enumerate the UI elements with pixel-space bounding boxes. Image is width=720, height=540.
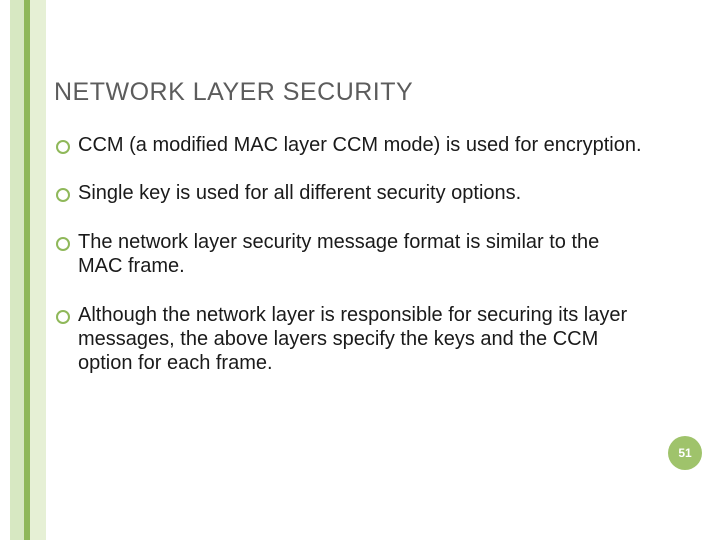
page-number: 51 <box>678 446 691 460</box>
slide: NETWORK LAYER SECURITY CCM (a modified M… <box>0 0 720 540</box>
accent-stripe-outer <box>10 0 24 540</box>
list-item: Although the network layer is responsibl… <box>54 303 644 376</box>
list-item: CCM (a modified MAC layer CCM mode) is u… <box>54 133 644 157</box>
content-area: NETWORK LAYER SECURITY CCM (a modified M… <box>46 0 654 540</box>
page-number-badge: 51 <box>668 436 702 470</box>
list-item: Single key is used for all different sec… <box>54 181 644 205</box>
bullet-list: CCM (a modified MAC layer CCM mode) is u… <box>54 133 644 376</box>
accent-stripe-inner <box>30 0 46 540</box>
list-item: The network layer security message forma… <box>54 230 644 279</box>
slide-title: NETWORK LAYER SECURITY <box>54 78 644 107</box>
